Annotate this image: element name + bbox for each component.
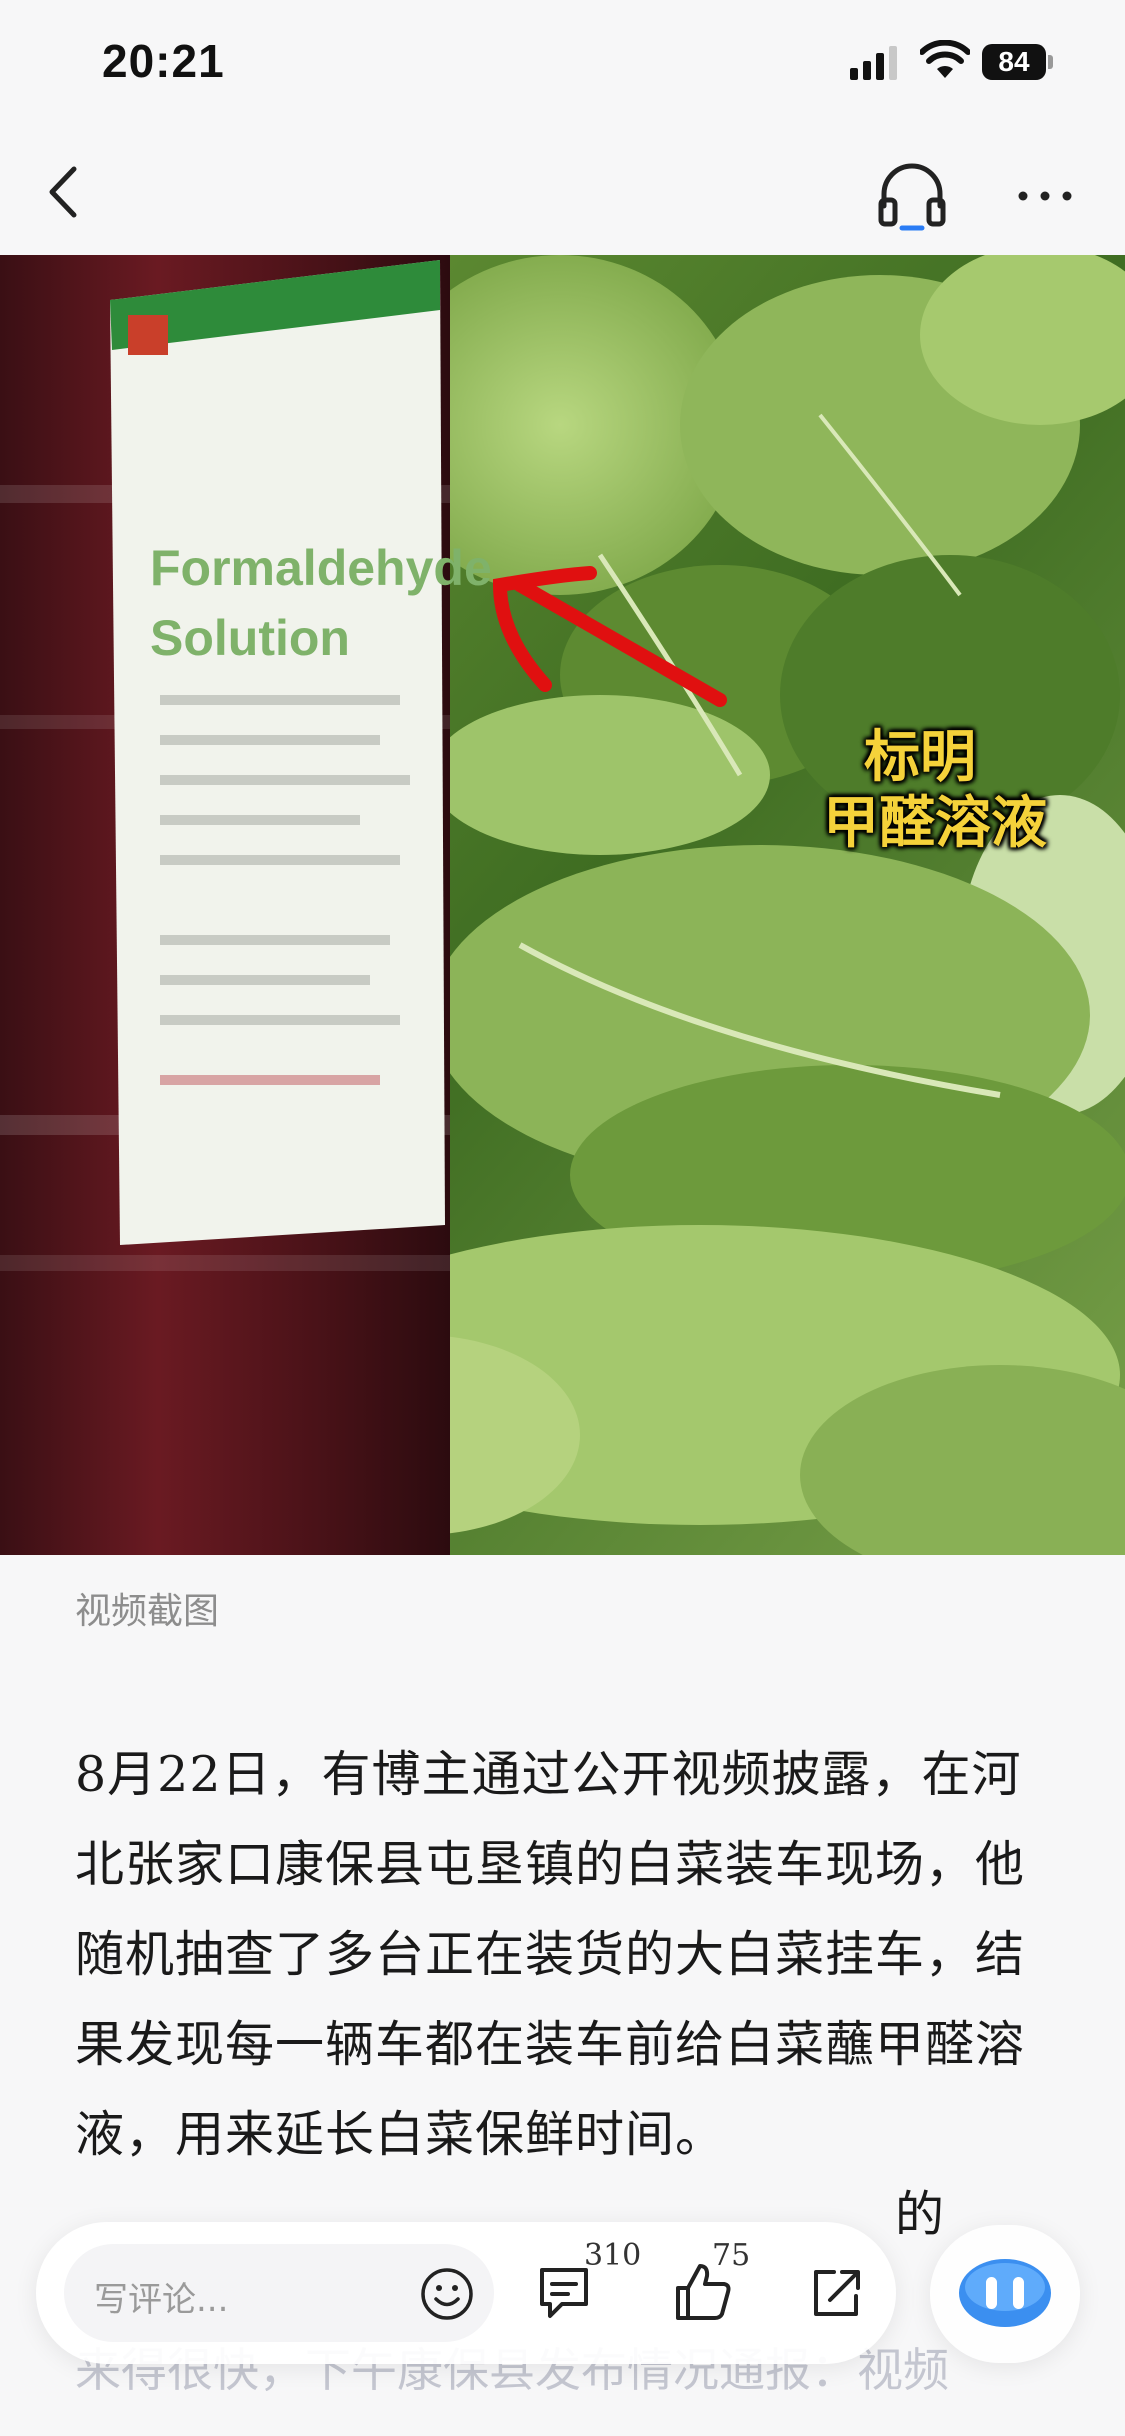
article-paragraph-2-tail: 的 xyxy=(895,2186,946,2243)
wifi-icon xyxy=(920,40,970,78)
image-overlay-caption: 标明 甲醛溶液 xyxy=(790,725,1080,857)
article-paragraph: 8月22日，有博主通过公开视频披露，在河北张家口康保县屯垦镇的白菜装车现场，他随… xyxy=(75,1746,1026,2163)
battery-cap xyxy=(1048,55,1053,69)
comment-bar: 写评论... 310 75 xyxy=(36,2222,896,2364)
status-time: 20:21 xyxy=(102,35,225,87)
comment-placeholder: 写评论... xyxy=(94,2280,229,2320)
nav-bar xyxy=(0,130,1125,255)
share-icon[interactable] xyxy=(808,2264,864,2322)
more-icon[interactable] xyxy=(1005,160,1085,230)
battery-icon: 84 xyxy=(982,44,1046,80)
headphone-icon[interactable] xyxy=(872,154,952,234)
overlay-line-2: 甲醛溶液 xyxy=(823,791,1047,856)
article-page: 20:21 84 Formaldehyde Solution 标明 甲醛溶液 视… xyxy=(0,0,1125,2436)
back-icon[interactable] xyxy=(30,155,100,230)
overlay-line-1: 标明 xyxy=(864,725,976,790)
signal-icon xyxy=(850,46,897,80)
ai-assistant-button[interactable] xyxy=(930,2225,1080,2363)
status-bar: 20:21 84 xyxy=(0,0,1125,130)
label-line2: Solution xyxy=(150,610,350,666)
like-count: 75 xyxy=(712,2238,751,2273)
emoji-icon[interactable] xyxy=(419,2266,475,2322)
label-line1: Formaldehyde xyxy=(150,540,492,596)
image-caption: 视频截图 xyxy=(75,1591,220,1632)
video-screenshot: Formaldehyde Solution xyxy=(0,255,1125,1555)
comment-input[interactable]: 写评论... xyxy=(64,2244,494,2342)
article-image[interactable]: Formaldehyde Solution 标明 甲醛溶液 xyxy=(0,255,1125,1555)
comment-count: 310 xyxy=(584,2238,642,2273)
ai-assistant-icon xyxy=(959,2259,1051,2327)
